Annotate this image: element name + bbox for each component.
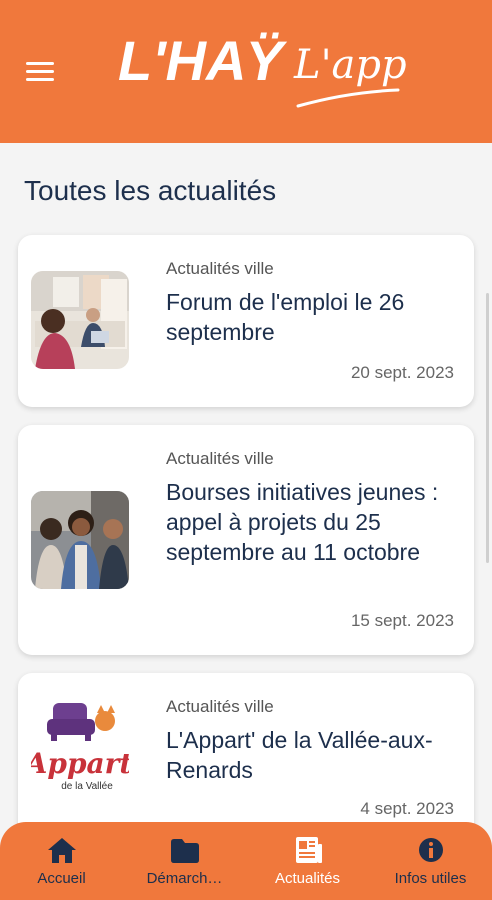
news-card[interactable]: Actualités ville Forum de l'emploi le 26… bbox=[18, 235, 474, 407]
nav-label: Démarch… bbox=[146, 870, 223, 887]
news-list-screen[interactable]: Toutes les actualités Actualités ville F… bbox=[0, 143, 492, 900]
hamburger-menu-icon[interactable] bbox=[26, 62, 54, 84]
info-icon bbox=[418, 838, 443, 862]
news-title[interactable]: Forum de l'emploi le 26 septembre bbox=[166, 287, 456, 347]
news-category: Actualités ville bbox=[166, 697, 274, 716]
svg-text:de la Vallée: de la Vallée bbox=[61, 781, 113, 792]
young-people-photo bbox=[31, 491, 129, 589]
home-icon bbox=[47, 838, 76, 863]
appart-logo: Appart de la Vallée bbox=[31, 697, 129, 795]
folder-icon bbox=[170, 839, 199, 863]
app-logo: L'HAŸ L'appli bbox=[118, 29, 408, 108]
job-fair-photo bbox=[31, 271, 129, 369]
app-header: L'HAŸ L'appli bbox=[0, 0, 492, 143]
bottom-navigation: Accueil Démarch… Actualités Infos utiles bbox=[0, 822, 492, 900]
logo-sub-text: L'appli bbox=[293, 42, 408, 88]
nav-actualites[interactable]: Actualités bbox=[246, 822, 369, 900]
news-date: 20 sept. 2023 bbox=[350, 363, 454, 382]
nav-demarches[interactable]: Démarch… bbox=[123, 822, 246, 900]
news-title[interactable]: L'Appart' de la Vallée-aux-Renards bbox=[166, 725, 456, 785]
logo-main-text: L'HAŸ bbox=[118, 29, 287, 92]
page-title: Toutes les actualités bbox=[24, 175, 277, 206]
newspaper-icon bbox=[295, 837, 322, 863]
scrollbar[interactable] bbox=[486, 293, 489, 563]
news-card[interactable]: Actualités ville Bourses initiatives jeu… bbox=[18, 425, 474, 655]
svg-text:Appart: Appart bbox=[31, 747, 129, 780]
nav-label: Infos utiles bbox=[394, 870, 467, 887]
news-category: Actualités ville bbox=[166, 259, 274, 278]
nav-label: Actualités bbox=[274, 870, 341, 887]
nav-label: Accueil bbox=[37, 870, 86, 887]
news-date: 4 sept. 2023 bbox=[360, 799, 454, 818]
news-title[interactable]: Bourses initiatives jeunes : appel à pro… bbox=[166, 477, 456, 567]
nav-infos-utiles[interactable]: Infos utiles bbox=[369, 822, 492, 900]
news-date: 15 sept. 2023 bbox=[350, 611, 454, 630]
nav-accueil[interactable]: Accueil bbox=[0, 822, 123, 900]
news-category: Actualités ville bbox=[166, 449, 274, 468]
